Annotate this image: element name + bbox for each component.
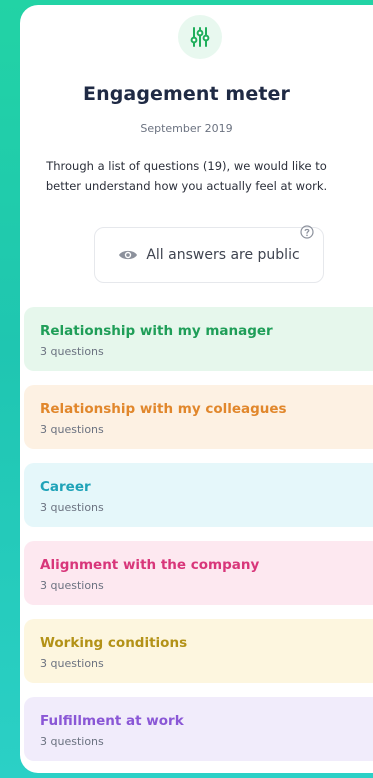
engagement-card: Engagement meter September 2019 Through … (20, 5, 373, 773)
page-title: Engagement meter (83, 83, 290, 105)
eye-icon (119, 250, 138, 260)
section-title: Alignment with the company (40, 557, 260, 573)
section-title: Working conditions (40, 635, 188, 651)
public-answers-text: All answers are public (146, 247, 300, 263)
section-question-count: 3 questions (40, 579, 104, 592)
description-line: Through a list of questions (19), we wou… (46, 159, 327, 173)
section-title: Relationship with my colleagues (40, 401, 287, 417)
description-line: better understand how you actually feel … (45, 179, 328, 193)
help-icon[interactable] (300, 225, 314, 239)
sliders-icon (178, 15, 222, 59)
section-question-count: 3 questions (40, 423, 104, 436)
section-title: Career (40, 479, 91, 495)
page-description: Through a list of questions (19), we wou… (20, 156, 373, 196)
section-relationship-manager[interactable]: Relationship with my manager 3 questions (24, 307, 373, 371)
question-sections: Relationship with my manager 3 questions… (24, 307, 373, 773)
section-title: Fulfillment at work (40, 713, 184, 729)
section-fulfillment-at-work[interactable]: Fulfillment at work 3 questions (24, 697, 373, 761)
section-working-conditions[interactable]: Working conditions 3 questions (24, 619, 373, 683)
section-question-count: 3 questions (40, 345, 104, 358)
section-title: Relationship with my manager (40, 323, 273, 339)
page-subtitle: September 2019 (140, 122, 233, 135)
section-question-count: 3 questions (40, 501, 104, 514)
public-answers-notice: All answers are public (94, 227, 324, 283)
section-question-count: 3 questions (40, 735, 104, 748)
section-question-count: 3 questions (40, 657, 104, 670)
section-career[interactable]: Career 3 questions (24, 463, 373, 527)
section-alignment-company[interactable]: Alignment with the company 3 questions (24, 541, 373, 605)
section-relationship-colleagues[interactable]: Relationship with my colleagues 3 questi… (24, 385, 373, 449)
